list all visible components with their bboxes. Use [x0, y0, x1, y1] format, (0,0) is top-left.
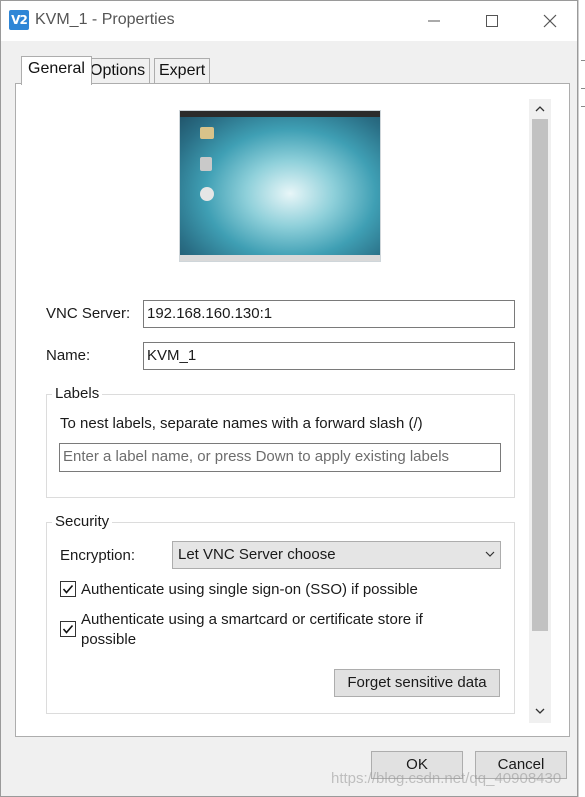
close-button[interactable]	[521, 1, 579, 41]
title-bar: V2 KVM_1 - Properties	[1, 1, 577, 41]
smartcard-checkbox[interactable]	[60, 621, 76, 637]
labels-hint: To nest labels, separate names with a fo…	[60, 415, 423, 432]
scroll-up-button[interactable]	[532, 101, 548, 117]
vnc-viewer-app-icon: V2	[9, 10, 29, 30]
smartcard-checkbox-label-line2[interactable]: possible	[81, 631, 136, 648]
encryption-select[interactable]: Let VNC Server choose	[172, 541, 501, 569]
trash-icon	[200, 157, 212, 171]
scrollbar-thumb[interactable]	[532, 119, 548, 631]
scroll-down-button[interactable]	[532, 703, 548, 719]
background-window-edge	[578, 0, 585, 797]
checkmark-icon	[62, 624, 74, 634]
chevron-up-icon	[535, 106, 545, 112]
chevron-down-icon	[485, 551, 495, 557]
sso-checkbox-label[interactable]: Authenticate using single sign-on (SSO) …	[81, 581, 418, 598]
tab-general[interactable]: General	[21, 56, 92, 85]
tab-options[interactable]: Options	[85, 58, 151, 83]
watermark-text: https://blog.csdn.net/qq_40908430	[331, 770, 562, 787]
encryption-label: Encryption:	[60, 547, 136, 564]
maximize-icon	[486, 15, 498, 27]
vnc-server-input[interactable]: 192.168.160.130:1	[143, 300, 515, 328]
panel-scrollbar[interactable]	[529, 99, 551, 723]
desktop-thumbnail-image	[179, 110, 381, 262]
encryption-select-value: Let VNC Server choose	[178, 546, 336, 563]
minimize-button[interactable]	[405, 1, 463, 41]
properties-dialog: V2 KVM_1 - Properties General Options Ex…	[0, 0, 578, 797]
maximize-button[interactable]	[463, 1, 521, 41]
smartcard-checkbox-label-line1[interactable]: Authenticate using a smartcard or certif…	[81, 611, 423, 628]
checkmark-icon	[62, 584, 74, 594]
vnc-server-label: VNC Server:	[46, 305, 131, 322]
minimize-icon	[428, 20, 440, 22]
security-group-title: Security	[52, 513, 113, 530]
tab-expert[interactable]: Expert	[154, 58, 211, 83]
folder-icon	[200, 127, 214, 139]
window-title: KVM_1 - Properties	[35, 11, 175, 28]
close-icon	[543, 14, 557, 28]
name-label: Name:	[46, 347, 91, 364]
label-name-input[interactable]: Enter a label name, or press Down to app…	[59, 443, 501, 472]
forget-sensitive-data-button[interactable]: Forget sensitive data	[334, 669, 500, 697]
chevron-down-icon	[535, 708, 545, 714]
labels-group-title: Labels	[52, 385, 103, 402]
sso-checkbox[interactable]	[60, 581, 76, 597]
name-input[interactable]: KVM_1	[143, 342, 515, 370]
disc-icon	[200, 187, 214, 201]
